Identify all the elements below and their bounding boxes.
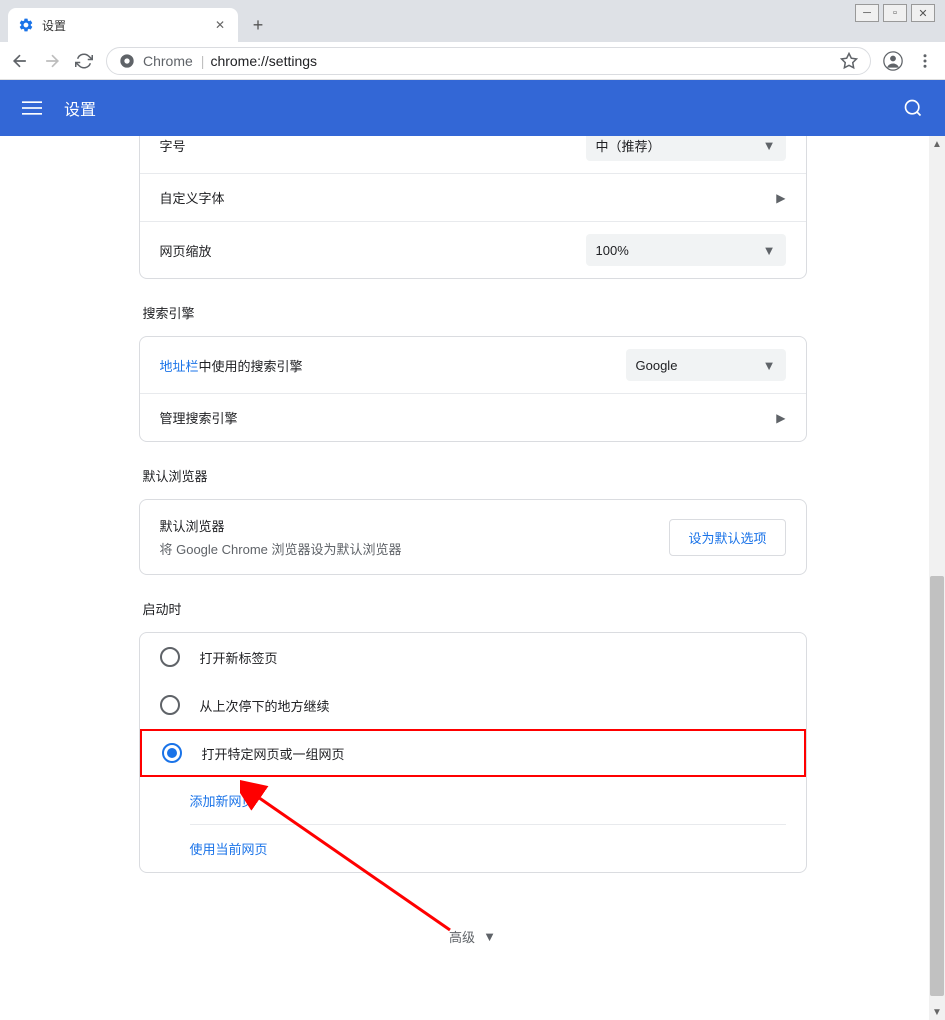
radio-icon[interactable] [160, 647, 180, 667]
back-button[interactable] [10, 51, 30, 71]
scroll-down-icon[interactable]: ▼ [929, 1004, 945, 1020]
manage-search-row[interactable]: 管理搜索引擎 ▶ [140, 393, 806, 441]
add-new-page-link[interactable]: 添加新网页 [190, 777, 786, 825]
advanced-label: 高级 [449, 927, 475, 946]
minimize-button[interactable]: ─ [855, 4, 879, 22]
startup-card: 打开新标签页 从上次停下的地方继续 打开特定网页或一组网页 添加新网页 使用当前… [139, 632, 807, 873]
gear-icon [18, 17, 34, 33]
default-browser-card: 默认浏览器 将 Google Chrome 浏览器设为默认浏览器 设为默认选项 [139, 499, 807, 575]
search-engine-value: Google [636, 358, 678, 373]
page-zoom-dropdown[interactable]: 100% ▼ [586, 234, 786, 266]
page-title: 设置 [64, 96, 96, 120]
chevron-right-icon: ▶ [776, 191, 785, 205]
startup-option-label: 从上次停下的地方继续 [200, 696, 330, 715]
font-size-dropdown[interactable]: 中（推荐） ▼ [586, 136, 786, 161]
startup-option-label: 打开特定网页或一组网页 [202, 744, 345, 763]
appearance-card: 字号 中（推荐） ▼ 自定义字体 ▶ 网页缩放 100% ▼ [139, 136, 807, 279]
content-area: 字号 中（推荐） ▼ 自定义字体 ▶ 网页缩放 100% ▼ 搜索引擎 [0, 136, 945, 1020]
radio-icon[interactable] [160, 695, 180, 715]
use-current-page-link[interactable]: 使用当前网页 [190, 825, 786, 872]
chrome-icon [119, 53, 135, 69]
startup-option-continue[interactable]: 从上次停下的地方继续 [140, 681, 806, 729]
address-separator: | [201, 53, 205, 69]
scroll-up-icon[interactable]: ▲ [929, 136, 945, 152]
scroll-thumb[interactable] [930, 576, 944, 996]
new-tab-button[interactable]: + [244, 11, 272, 39]
startup-section-title: 启动时 [143, 599, 807, 618]
default-browser-title: 默认浏览器 [160, 516, 670, 535]
settings-header: 设置 [0, 80, 945, 136]
tab-bar: 设置 ✕ + [0, 0, 945, 42]
page-zoom-value: 100% [596, 243, 629, 258]
custom-fonts-row[interactable]: 自定义字体 ▶ [140, 173, 806, 221]
address-path: chrome://settings [210, 53, 317, 69]
close-window-button[interactable]: ✕ [911, 4, 935, 22]
chevron-right-icon: ▶ [776, 411, 785, 425]
startup-option-newtab[interactable]: 打开新标签页 [140, 633, 806, 681]
dropdown-arrow-icon: ▼ [763, 138, 776, 153]
search-icon[interactable] [901, 96, 925, 120]
default-browser-subtitle: 将 Google Chrome 浏览器设为默认浏览器 [160, 539, 670, 558]
dropdown-arrow-icon: ▼ [763, 358, 776, 373]
advanced-toggle[interactable]: 高级 ▼ [139, 897, 807, 976]
browser-tab[interactable]: 设置 ✕ [8, 8, 238, 42]
radio-icon[interactable] [162, 743, 182, 763]
page-zoom-row[interactable]: 网页缩放 100% ▼ [140, 221, 806, 278]
page-zoom-label: 网页缩放 [160, 241, 586, 260]
font-size-label: 字号 [160, 136, 586, 155]
address-bar: Chrome | chrome://settings [0, 42, 945, 80]
chevron-down-icon: ▼ [483, 929, 496, 944]
search-engine-dropdown[interactable]: Google ▼ [626, 349, 786, 381]
reload-button[interactable] [74, 51, 94, 71]
custom-fonts-label: 自定义字体 [160, 188, 777, 207]
tab-title: 设置 [42, 17, 66, 34]
profile-button[interactable] [883, 51, 903, 71]
font-size-row[interactable]: 字号 中（推荐） ▼ [140, 136, 806, 173]
dropdown-arrow-icon: ▼ [763, 243, 776, 258]
startup-option-label: 打开新标签页 [200, 648, 278, 667]
search-engine-card: 地址栏中使用的搜索引擎 Google ▼ 管理搜索引擎 ▶ [139, 336, 807, 442]
set-default-button[interactable]: 设为默认选项 [669, 519, 785, 556]
star-icon[interactable] [840, 52, 858, 70]
vertical-scrollbar[interactable]: ▲ ▼ [929, 136, 945, 1020]
font-size-value: 中（推荐） [596, 136, 661, 155]
close-tab-icon[interactable]: ✕ [212, 17, 228, 33]
search-section-title: 搜索引擎 [143, 303, 807, 322]
manage-search-label: 管理搜索引擎 [160, 408, 777, 427]
startup-option-specific[interactable]: 打开特定网页或一组网页 [140, 729, 806, 777]
address-prefix: Chrome [143, 53, 193, 69]
search-engine-suffix: 中使用的搜索引擎 [199, 359, 303, 374]
search-engine-row[interactable]: 地址栏中使用的搜索引擎 Google ▼ [140, 337, 806, 393]
startup-sub-options: 添加新网页 使用当前网页 [140, 777, 806, 872]
forward-button[interactable] [42, 51, 62, 71]
window-controls: ─ ▫ ✕ [855, 4, 935, 22]
maximize-button[interactable]: ▫ [883, 4, 907, 22]
default-browser-section-title: 默认浏览器 [143, 466, 807, 485]
address-bar-link[interactable]: 地址栏 [160, 359, 199, 374]
search-engine-label: 地址栏中使用的搜索引擎 [160, 356, 626, 375]
menu-button[interactable] [915, 51, 935, 71]
hamburger-icon[interactable] [20, 96, 44, 120]
address-input[interactable]: Chrome | chrome://settings [106, 47, 871, 75]
